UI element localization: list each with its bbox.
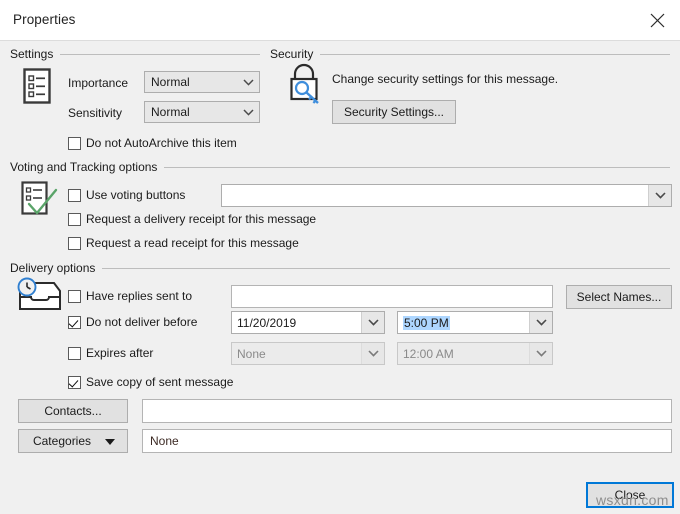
do-not-deliver-time-value: 5:00 PM	[403, 315, 450, 330]
caret-down-icon	[105, 439, 115, 445]
read-receipt-label: Request a read receipt for this message	[86, 236, 299, 250]
group-rule	[102, 267, 670, 269]
categories-button[interactable]: Categories	[18, 429, 128, 453]
sensitivity-value: Normal	[151, 105, 190, 119]
security-description: Change security settings for this messag…	[332, 72, 559, 86]
importance-value: Normal	[151, 75, 190, 89]
expires-after-date-dropdown[interactable]: None	[231, 342, 385, 365]
window-title: Properties	[13, 12, 76, 27]
autoarchive-label: Do not AutoArchive this item	[86, 136, 237, 150]
sensitivity-label: Sensitivity	[68, 106, 123, 120]
security-settings-button[interactable]: Security Settings...	[332, 100, 456, 124]
voting-checklist-icon	[19, 180, 61, 225]
group-header-security: Security	[270, 47, 670, 61]
group-label-settings: Settings	[10, 47, 54, 61]
do-not-deliver-date-value[interactable]: 11/20/2019	[232, 312, 361, 333]
watermark-overlay: wsxdn.com	[596, 492, 669, 508]
expires-after-label: Expires after	[86, 346, 154, 360]
have-replies-sent-to-label: Have replies sent to	[86, 289, 193, 303]
contacts-input[interactable]	[142, 399, 672, 423]
autoarchive-checkbox[interactable]	[68, 137, 81, 150]
expires-after-date-value: None	[232, 343, 361, 364]
expires-after-checkbox[interactable]	[68, 347, 81, 360]
select-names-button[interactable]: Select Names...	[566, 285, 672, 309]
importance-label: Importance	[68, 76, 129, 90]
chevron-down-icon	[237, 72, 259, 92]
settings-list-icon	[20, 67, 54, 108]
voting-buttons-dropdown[interactable]	[221, 184, 672, 207]
chevron-down-icon[interactable]	[648, 185, 671, 206]
group-label-security: Security	[270, 47, 314, 61]
lock-key-icon	[285, 63, 325, 110]
save-copy-checkbox[interactable]	[68, 376, 81, 389]
use-voting-buttons-label: Use voting buttons	[86, 188, 186, 202]
read-receipt-checkbox[interactable]	[68, 237, 81, 250]
title-bar: Properties	[0, 0, 680, 41]
do-not-deliver-before-label: Do not deliver before	[86, 315, 198, 329]
chevron-down-icon	[237, 102, 259, 122]
inbox-clock-icon	[14, 277, 62, 322]
chevron-down-icon[interactable]	[361, 343, 384, 364]
delivery-receipt-checkbox[interactable]	[68, 213, 81, 226]
voting-buttons-value[interactable]	[222, 185, 648, 206]
group-rule	[60, 53, 260, 55]
chevron-down-icon[interactable]	[361, 312, 384, 333]
group-header-voting: Voting and Tracking options	[10, 160, 670, 174]
do-not-deliver-time-dropdown[interactable]: 5:00 PM	[397, 311, 553, 334]
close-x-icon[interactable]	[634, 0, 680, 40]
use-voting-buttons-checkbox[interactable]	[68, 189, 81, 202]
importance-dropdown[interactable]: Normal	[144, 71, 260, 93]
chevron-down-icon[interactable]	[529, 312, 552, 333]
expires-after-time-dropdown[interactable]: 12:00 AM	[397, 342, 553, 365]
contacts-button[interactable]: Contacts...	[18, 399, 128, 423]
group-rule	[320, 53, 670, 55]
have-replies-sent-to-input[interactable]	[231, 285, 553, 308]
save-copy-label: Save copy of sent message	[86, 375, 234, 389]
chevron-down-icon[interactable]	[529, 343, 552, 364]
delivery-receipt-label: Request a delivery receipt for this mess…	[86, 212, 317, 226]
group-rule	[164, 166, 670, 168]
properties-dialog: Settings Importance Normal Sensitivity N…	[0, 41, 680, 514]
group-label-delivery: Delivery options	[10, 261, 96, 275]
group-header-delivery: Delivery options	[10, 261, 670, 275]
expires-after-time-value: 12:00 AM	[398, 343, 529, 364]
do-not-deliver-before-checkbox[interactable]	[68, 316, 81, 329]
group-header-settings: Settings	[10, 47, 260, 61]
group-label-voting: Voting and Tracking options	[10, 160, 158, 174]
do-not-deliver-date-dropdown[interactable]: 11/20/2019	[231, 311, 385, 334]
do-not-deliver-time-field[interactable]: 5:00 PM	[398, 312, 529, 333]
sensitivity-dropdown[interactable]: Normal	[144, 101, 260, 123]
have-replies-sent-to-checkbox[interactable]	[68, 290, 81, 303]
categories-input[interactable]: None	[142, 429, 672, 453]
